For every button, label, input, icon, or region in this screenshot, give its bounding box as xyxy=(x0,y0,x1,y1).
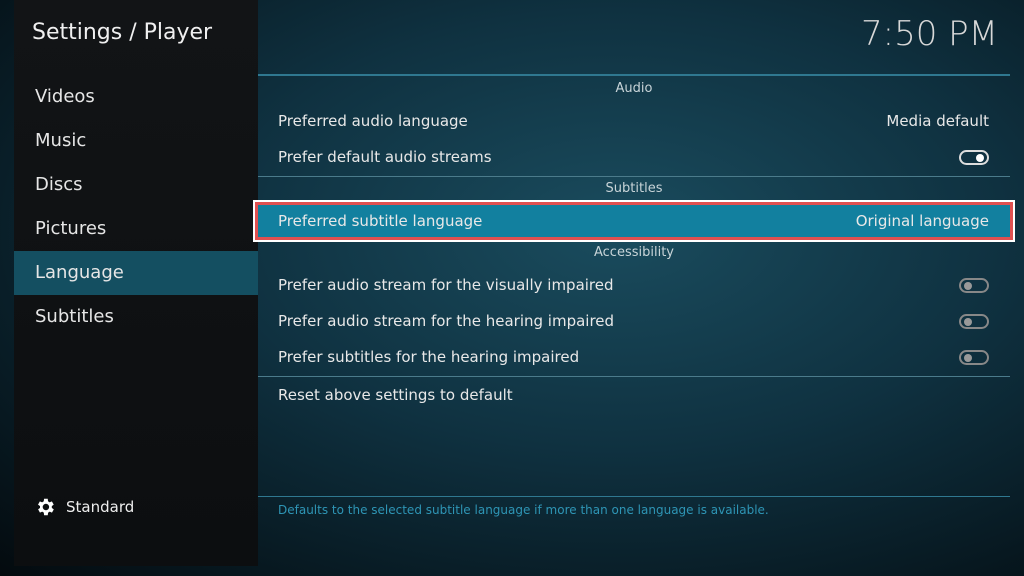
settings-list: Audio Preferred audio language Media def… xyxy=(255,0,1013,566)
sidebar: Videos Music Discs Pictures Language Sub… xyxy=(14,0,258,566)
section-header-audio: Audio xyxy=(615,81,653,96)
setting-label: Preferred audio language xyxy=(278,112,468,130)
setting-label: Prefer audio stream for the hearing impa… xyxy=(278,312,615,330)
setting-preferred-subtitle-language[interactable]: Preferred subtitle language Original lan… xyxy=(255,202,1013,240)
sidebar-item-language[interactable]: Language xyxy=(14,251,258,295)
setting-value: Media default xyxy=(886,112,989,130)
setting-visually-impaired-audio[interactable]: Prefer audio stream for the visually imp… xyxy=(258,268,1010,302)
setting-label: Prefer default audio streams xyxy=(278,148,492,166)
sidebar-item-discs[interactable]: Discs xyxy=(14,163,258,207)
section-header-accessibility: Accessibility xyxy=(594,245,674,260)
setting-value: Original language xyxy=(855,212,989,230)
setting-label: Preferred subtitle language xyxy=(278,212,483,230)
toggle-switch[interactable] xyxy=(959,313,989,329)
setting-description: Defaults to the selected subtitle langua… xyxy=(278,503,769,517)
divider xyxy=(258,496,1010,497)
setting-hearing-impaired-audio[interactable]: Prefer audio stream for the hearing impa… xyxy=(258,304,1010,338)
settings-level-label: Standard xyxy=(66,498,135,516)
setting-preferred-audio-language[interactable]: Preferred audio language Media default xyxy=(258,104,1010,138)
settings-level-button[interactable]: Standard xyxy=(34,496,134,518)
setting-label: Prefer audio stream for the visually imp… xyxy=(278,276,614,294)
toggle-switch[interactable] xyxy=(959,277,989,293)
setting-prefer-default-audio-streams[interactable]: Prefer default audio streams xyxy=(258,140,1010,174)
setting-hearing-impaired-subtitles[interactable]: Prefer subtitles for the hearing impaire… xyxy=(258,340,1010,374)
setting-label: Prefer subtitles for the hearing impaire… xyxy=(278,348,580,366)
page-title: Settings / Player xyxy=(32,20,213,45)
toggle-switch[interactable] xyxy=(959,349,989,365)
sidebar-item-pictures[interactable]: Pictures xyxy=(14,207,258,251)
divider xyxy=(258,376,1010,377)
sidebar-item-subtitles[interactable]: Subtitles xyxy=(14,295,258,339)
divider xyxy=(258,176,1010,177)
toggle-switch[interactable] xyxy=(959,149,989,165)
section-header-subtitles: Subtitles xyxy=(605,181,663,196)
divider xyxy=(258,74,1010,76)
sidebar-item-music[interactable]: Music xyxy=(14,119,258,163)
reset-settings-button[interactable]: Reset above settings to default xyxy=(258,378,1010,412)
setting-label: Reset above settings to default xyxy=(278,386,513,404)
sidebar-item-videos[interactable]: Videos xyxy=(14,75,258,119)
gear-icon xyxy=(38,498,54,516)
